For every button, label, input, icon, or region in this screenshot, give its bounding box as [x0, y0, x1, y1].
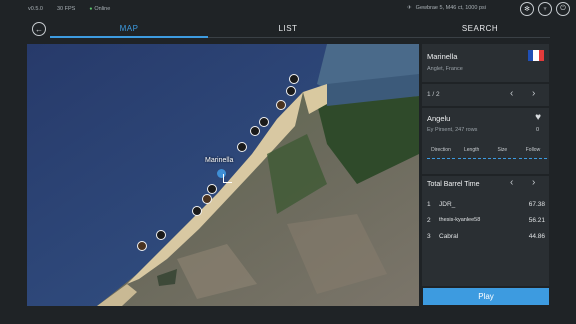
pager-text: 1 / 2	[427, 91, 440, 98]
location-text: Gewbrae 5, M46 ct, 1000 psi	[415, 5, 486, 11]
spot-pin[interactable]	[156, 230, 166, 240]
size-indicator	[488, 158, 517, 161]
map-spot-label: Marinella	[205, 157, 234, 164]
metric-size: Size	[488, 147, 517, 161]
spot-pin[interactable]	[250, 126, 260, 136]
spot-pin[interactable]	[192, 206, 202, 216]
spot-pin[interactable]	[276, 100, 286, 110]
metric-follow: Follow	[518, 147, 547, 161]
wave-subtitle: Ey Pirsent, 247 rows	[427, 127, 478, 133]
chevron-right-icon[interactable]: ›	[532, 88, 535, 99]
leaderboard-list: 1 JDR_ 67.38 2 thesis-kyanlee58 56.21 3 …	[427, 196, 545, 244]
metric-direction: Direction	[427, 147, 455, 161]
tab-bar: MAP LIST SEARCH	[50, 20, 550, 42]
leaderboard-row[interactable]: 1 JDR_ 67.38	[427, 196, 545, 212]
spot-pin[interactable]	[202, 194, 212, 204]
tab-search[interactable]: SEARCH	[410, 24, 550, 33]
chevron-left-icon[interactable]: ‹	[510, 177, 513, 188]
tab-active-indicator	[50, 36, 208, 38]
spot-pin[interactable]	[237, 142, 247, 152]
length-indicator	[457, 158, 486, 161]
chevron-right-icon[interactable]: ›	[532, 177, 535, 188]
tab-map[interactable]: MAP	[50, 24, 208, 33]
chevron-left-icon[interactable]: ‹	[510, 88, 513, 99]
fps-text: 30 FPS	[56, 6, 76, 12]
direction-indicator	[427, 158, 455, 161]
top-icon-group: ✻ ♆ ⏻	[520, 2, 570, 16]
leaderboard-row[interactable]: 2 thesis-kyanlee58 56.21	[427, 212, 545, 228]
tab-list[interactable]: LIST	[228, 24, 348, 33]
play-button[interactable]: Play	[423, 288, 549, 305]
arrow-left-icon: ←	[35, 24, 43, 34]
pager-bar: 1 / 2 ‹ ›	[422, 84, 549, 106]
heart-icon[interactable]: ♥	[535, 112, 541, 123]
spot-pin[interactable]	[207, 184, 217, 194]
spot-region: Anglet, France	[427, 66, 463, 72]
wave-info-card: Angelu Ey Pirsent, 247 rows ♥ 0 Directio…	[422, 108, 549, 174]
leaderboard-row[interactable]: 3 Cabral 44.86	[427, 228, 545, 244]
map-crosshair	[223, 174, 232, 183]
spot-pin[interactable]	[286, 86, 296, 96]
version-text: v0.5.0	[28, 6, 43, 12]
spot-name: Marinella	[427, 52, 458, 61]
spot-info-card: Marinella Anglet, France	[422, 44, 549, 82]
metric-length: Length	[457, 147, 486, 161]
wave-metrics: Direction Length Size Follow	[427, 147, 547, 161]
spot-pin[interactable]	[289, 74, 299, 84]
spot-pin[interactable]	[137, 241, 147, 251]
wave-name: Angelu	[427, 114, 451, 123]
trophy-icon[interactable]: ♆	[538, 2, 552, 16]
settings-icon[interactable]: ✻	[520, 2, 534, 16]
spot-pin[interactable]	[259, 117, 269, 127]
status-bar: v0.5.0 30 FPS Online ✈ Gewbrae 5, M46 ct…	[0, 0, 576, 18]
follow-indicator	[518, 158, 547, 161]
leaderboard-card: Total Barrel Time ‹ › 1 JDR_ 67.38 2 the…	[422, 176, 549, 286]
power-icon[interactable]: ⏻	[556, 2, 570, 16]
like-count: 0	[535, 127, 539, 133]
france-flag-icon	[528, 50, 544, 61]
leaderboard-title: Total Barrel Time	[427, 181, 480, 188]
satellite-map[interactable]: Marinella	[27, 44, 419, 306]
airplane-icon: ✈	[407, 5, 412, 11]
back-button[interactable]: ←	[32, 22, 46, 36]
online-status: Online	[89, 6, 110, 12]
